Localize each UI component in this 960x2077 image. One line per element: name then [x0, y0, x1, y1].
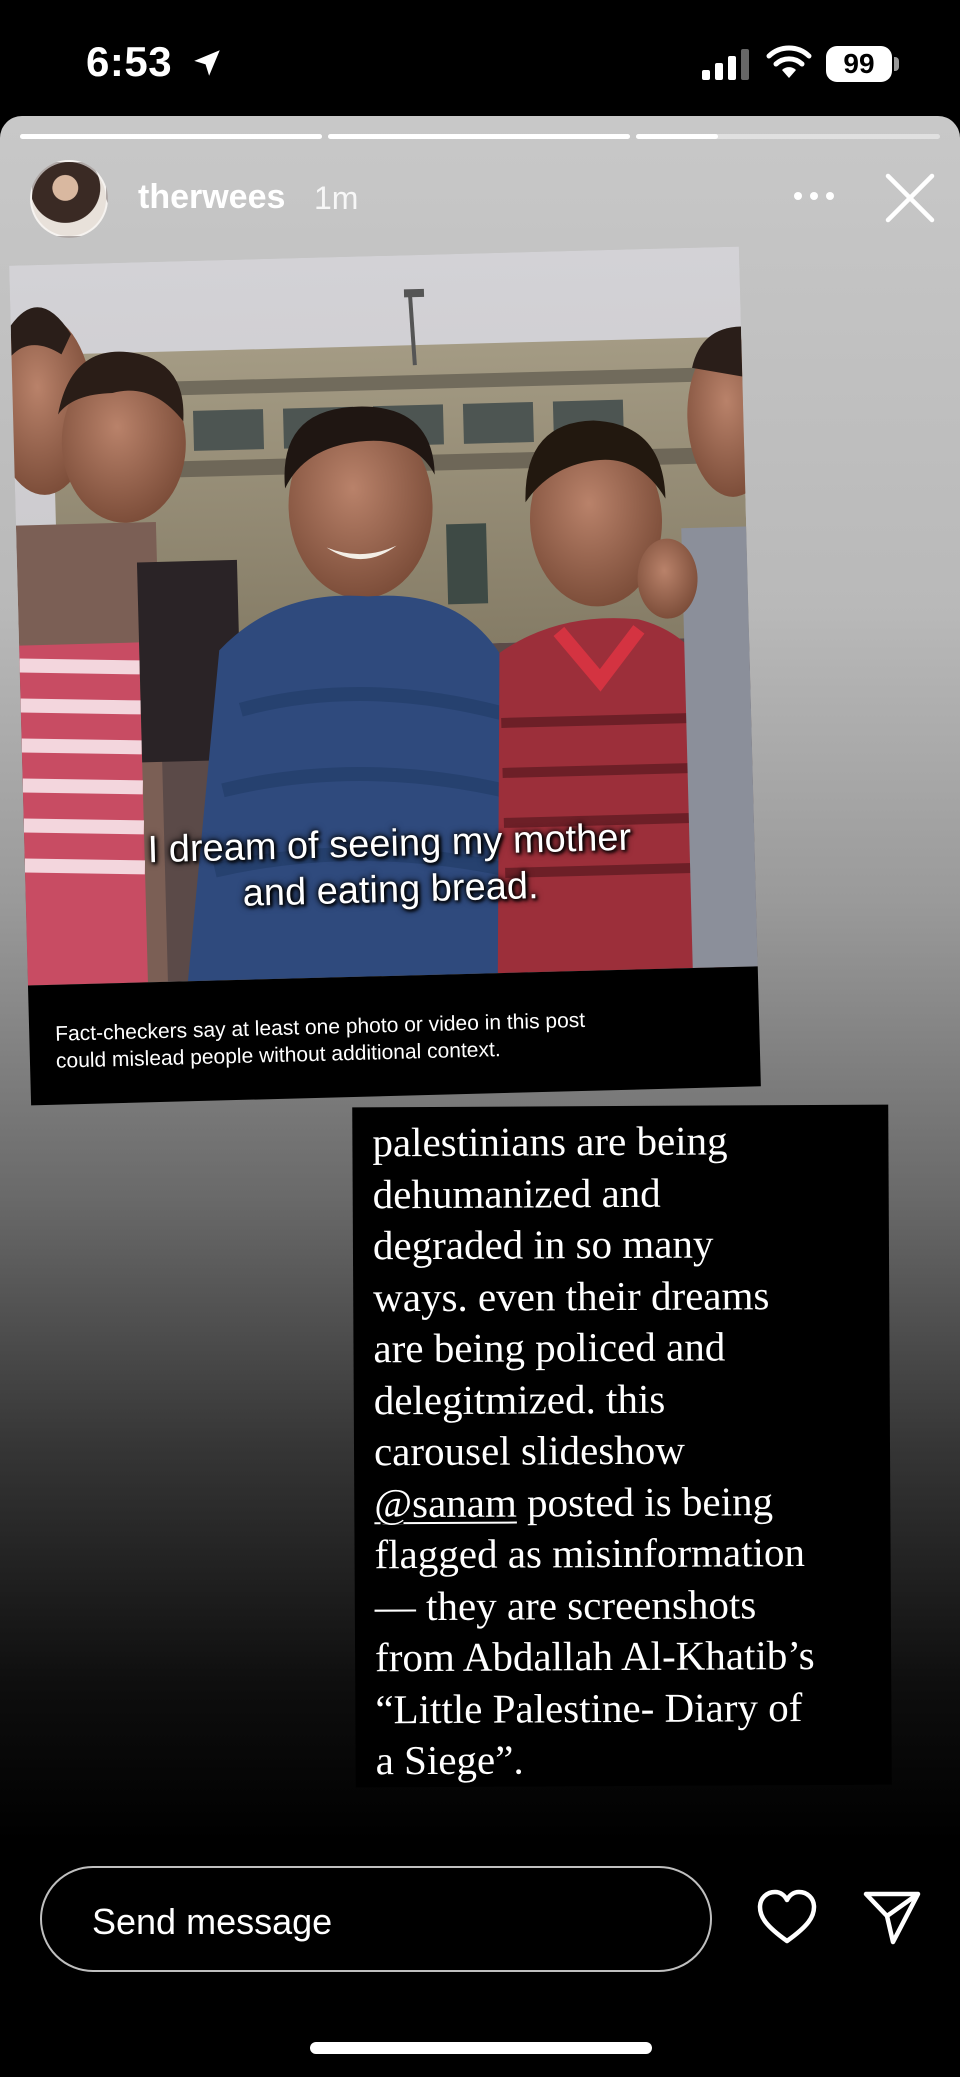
location-arrow-icon: [194, 50, 220, 76]
factcheck-notice[interactable]: Fact-checkers say at least one photo or …: [27, 966, 761, 1106]
story-viewer[interactable]: therwees 1m I dream of seeing my mother …: [0, 116, 960, 2077]
home-indicator[interactable]: [310, 2042, 652, 2054]
send-message-placeholder: Send message: [92, 1901, 333, 1942]
text-line: ways. even their dreams: [373, 1271, 770, 1320]
send-message-input[interactable]: Send message: [40, 1866, 712, 1972]
status-time: 6:53: [86, 38, 173, 85]
mention-link[interactable]: @sanam: [374, 1479, 517, 1526]
heart-icon[interactable]: [756, 1888, 818, 1946]
battery-nub: [894, 57, 899, 71]
story-progress-2: [328, 134, 630, 139]
progress-fill: [636, 134, 719, 139]
text-line: delegitmized. this: [373, 1375, 666, 1423]
text-line: flagged as misinformation: [374, 1529, 806, 1578]
status-bar: 6:53 99: [0, 0, 960, 116]
battery-icon: 99: [826, 46, 892, 82]
story-progress-3: [636, 134, 940, 139]
progress-fill: [328, 134, 630, 139]
text-line: palestinians are being: [372, 1117, 728, 1166]
shared-post[interactable]: I dream of seeing my mother and eating b…: [9, 246, 761, 1106]
text-line: posted is being: [526, 1477, 774, 1525]
text-line: carousel slideshow: [373, 1426, 685, 1475]
story-progress-1: [20, 134, 322, 139]
more-icon[interactable]: [790, 186, 838, 206]
text-line-with-mention: @sanam posted is being: [374, 1475, 874, 1529]
wifi-icon: [766, 45, 812, 78]
share-icon[interactable]: [862, 1888, 922, 1946]
text-line: from Abdallah Al-Khatib’s: [374, 1631, 815, 1681]
avatar[interactable]: [30, 160, 108, 238]
close-icon[interactable]: [884, 172, 936, 224]
post-caption: I dream of seeing my mother and eating b…: [24, 811, 756, 922]
progress-fill: [20, 134, 322, 139]
post-photo: I dream of seeing my mother and eating b…: [9, 246, 758, 986]
story-text-overlay: palestinians are being dehumanized and d…: [352, 1104, 892, 1788]
text-line: are being policed and: [373, 1323, 726, 1372]
username[interactable]: therwees: [138, 178, 285, 217]
story-time: 1m: [314, 180, 359, 216]
cellular-signal-icon: [702, 49, 749, 80]
text-line: “Little Palestine- Diary of: [375, 1683, 803, 1732]
text-line: dehumanized and: [372, 1169, 661, 1217]
text-line: — they are screenshots: [374, 1580, 757, 1629]
text-line: degraded in so many: [372, 1220, 714, 1269]
text-line: a Siege”.: [375, 1736, 524, 1784]
